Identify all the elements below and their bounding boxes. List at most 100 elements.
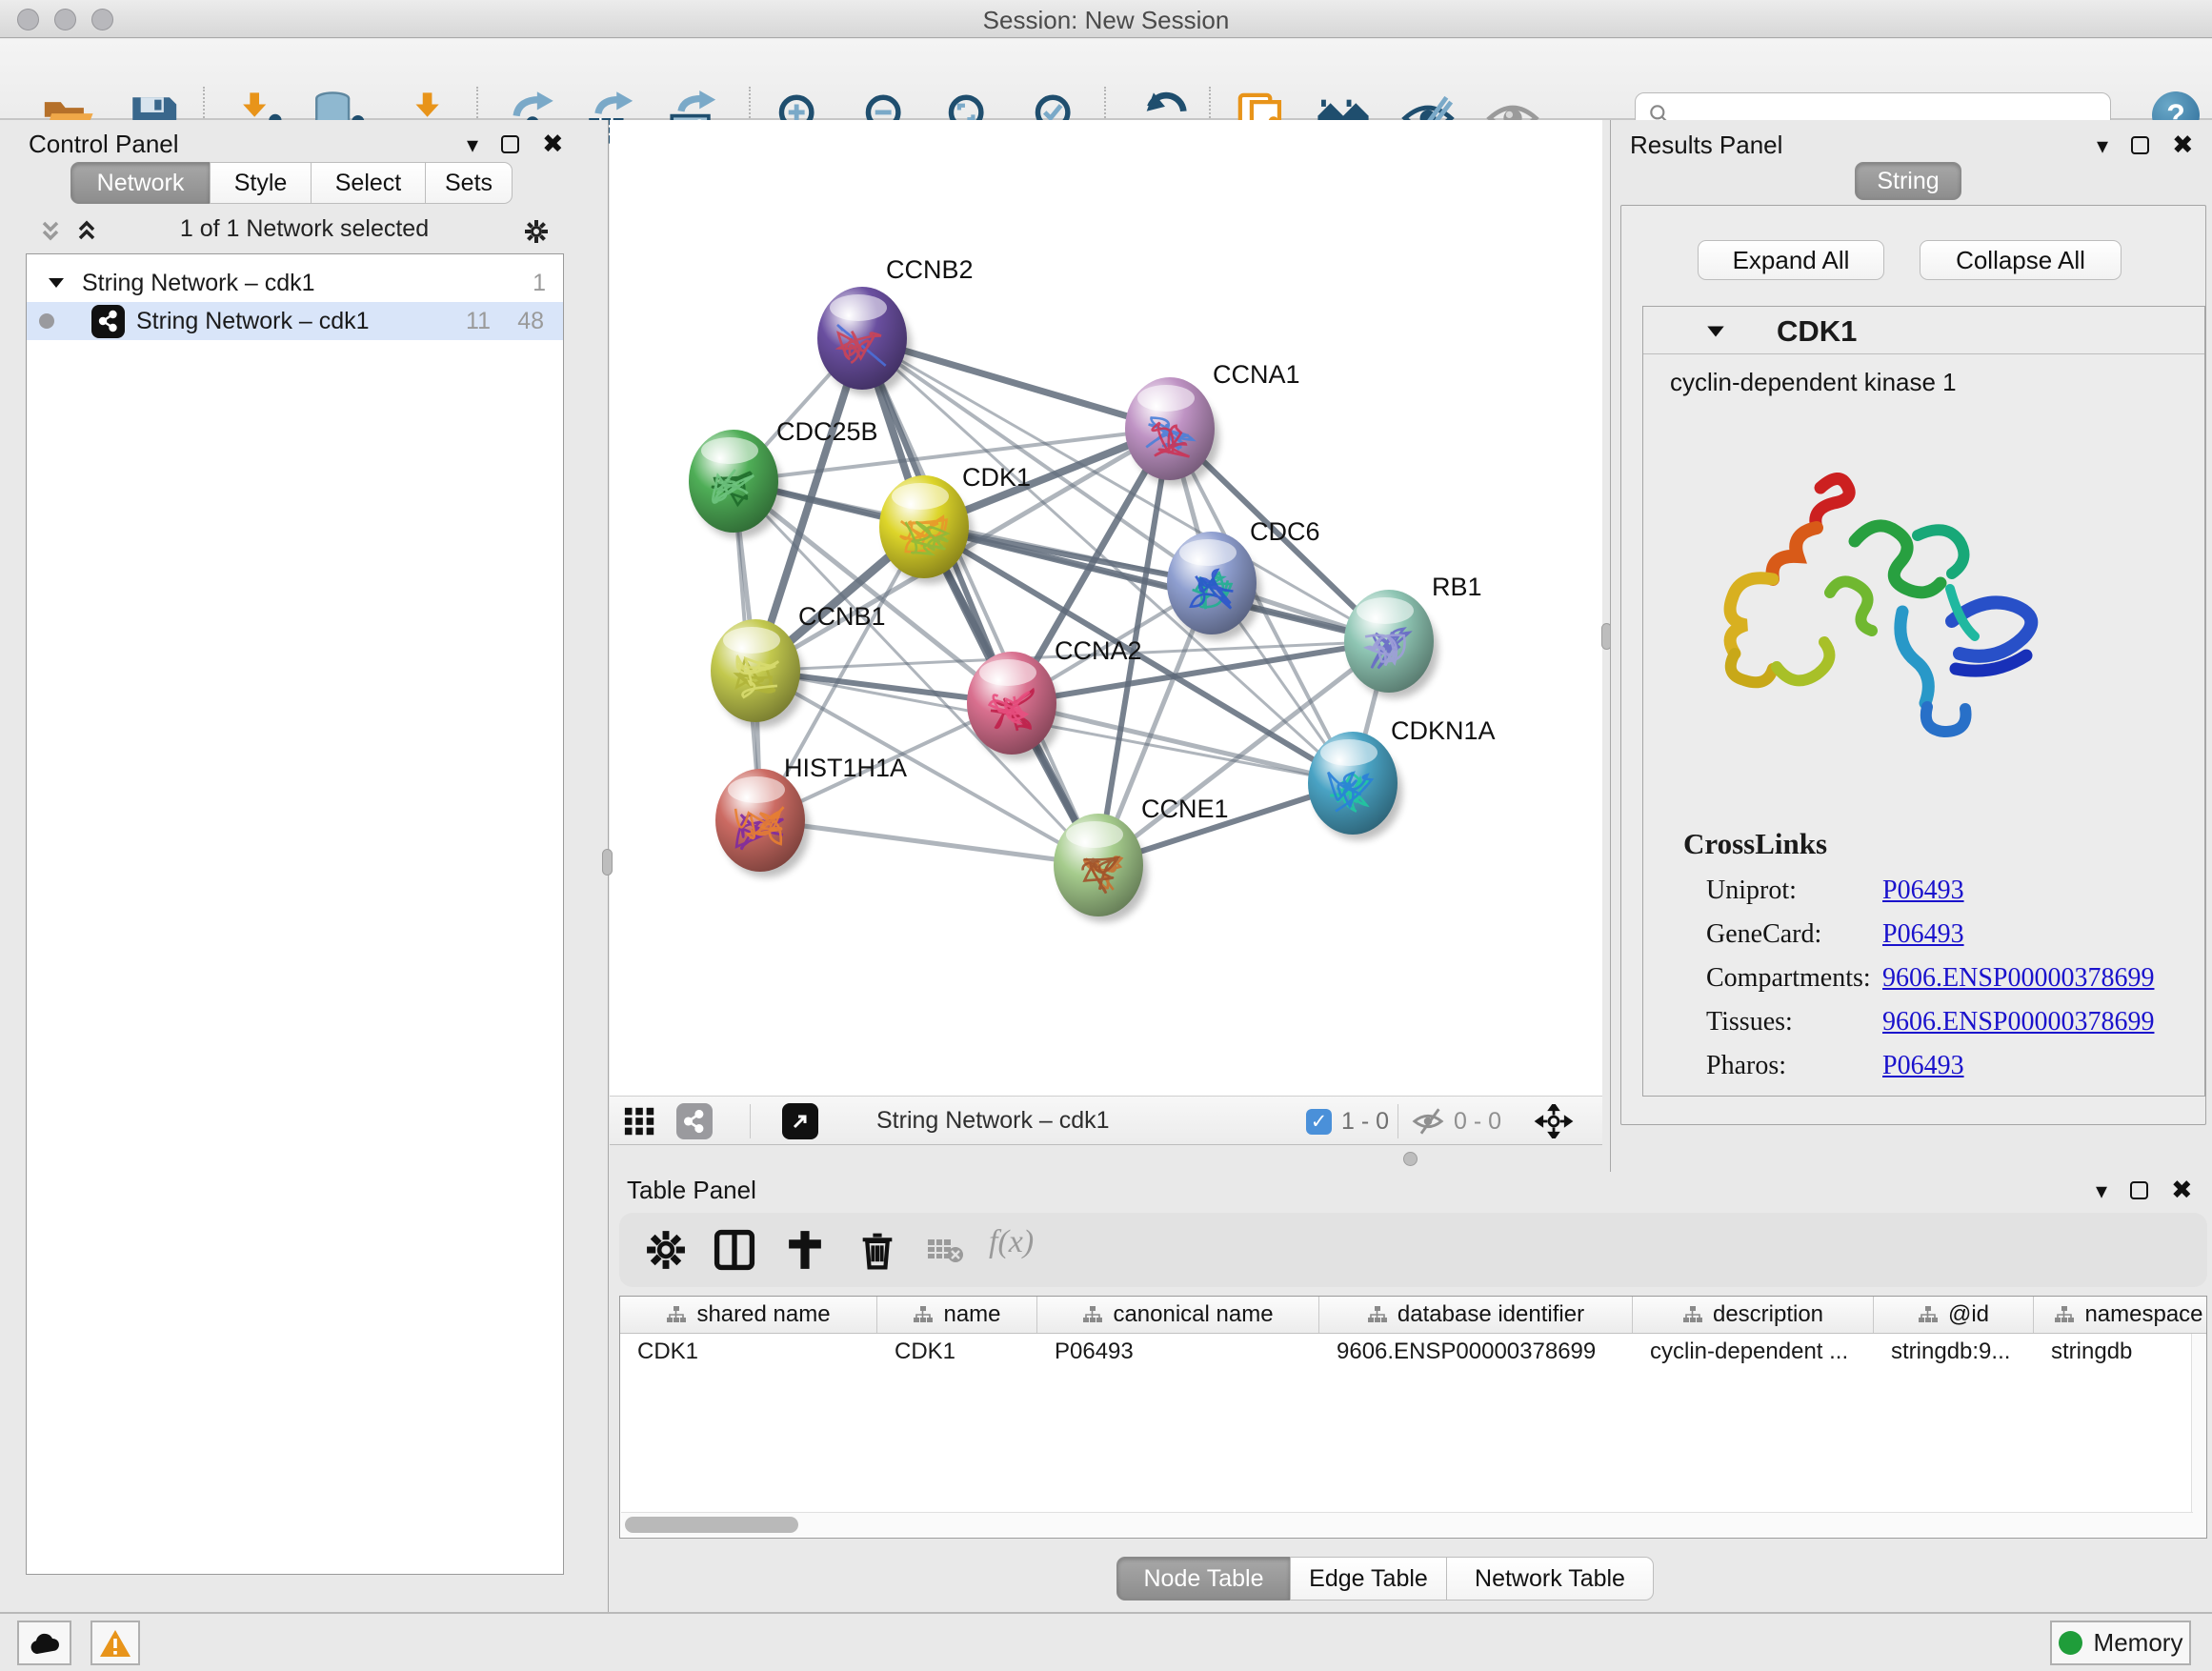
column-header-label: name (943, 1301, 1000, 1328)
network-node-RB1[interactable]: RB1 (1344, 573, 1482, 698)
crosslink-row: Uniprot:P06493 (1706, 876, 2182, 906)
network-row[interactable]: String Network – cdk1 11 48 (27, 302, 563, 340)
network-collection-row[interactable]: String Network – cdk1 1 (27, 264, 563, 302)
network-node-CCNB2[interactable]: CCNB2 (817, 255, 974, 395)
selected-counts[interactable]: ✓ 1 - 0 (1306, 1104, 1389, 1138)
string-style-icon[interactable] (676, 1104, 713, 1138)
delete-table-icon[interactable] (926, 1236, 964, 1266)
table-panel-close-icon[interactable]: ✖ (2171, 1176, 2193, 1205)
collapse-all-button[interactable]: Collapse All (1920, 240, 2122, 280)
results-panel-maximize-icon[interactable] (2131, 136, 2149, 154)
table-panel-float-icon[interactable]: ▾ (2096, 1178, 2107, 1204)
delete-column-icon[interactable] (855, 1228, 899, 1272)
column-header-name[interactable]: name (877, 1297, 1037, 1333)
crosslink-value-link[interactable]: 9606.ENSP00000378699 (1882, 963, 2154, 993)
control-panel-float-icon[interactable]: ▾ (467, 131, 478, 158)
tab-string[interactable]: String (1855, 162, 1961, 200)
column-header-shared-name[interactable]: shared name (620, 1297, 877, 1333)
edge-count: 48 (517, 308, 544, 335)
column-header-namespace[interactable]: namespace (2034, 1297, 2207, 1333)
left-splitter-handle[interactable] (602, 849, 613, 876)
crosslink-row: Compartments:9606.ENSP00000378699 (1706, 963, 2182, 994)
collapse-arrow-icon[interactable] (46, 272, 67, 293)
node-label-CCNA2: CCNA2 (1055, 636, 1142, 665)
column-header-canonical-name[interactable]: canonical name (1037, 1297, 1319, 1333)
table-panel: Table Panel ▾ ✖ f(x) shared namenamecano… (610, 1172, 2212, 1612)
gear-icon[interactable] (522, 217, 551, 246)
crosslink-label: Tissues: (1706, 1007, 1882, 1037)
function-builder-icon[interactable]: f(x) (989, 1224, 1065, 1268)
birds-eye-toggle-icon[interactable] (1534, 1104, 1574, 1138)
tab-style[interactable]: Style (210, 162, 312, 204)
control-panel-maximize-icon[interactable] (501, 135, 519, 153)
tab-edge-table[interactable]: Edge Table (1290, 1557, 1447, 1601)
node-label-CCNB2: CCNB2 (886, 255, 974, 284)
protein-structure-image (1678, 450, 2087, 774)
open-in-browser-icon[interactable] (782, 1104, 818, 1138)
table-row[interactable]: CDK1CDK1P064939606.ENSP00000378699cyclin… (620, 1334, 2206, 1370)
table-cell[interactable]: stringdb (2034, 1339, 2207, 1365)
network-canvas[interactable]: CCNB2CCNA1CDC25BCDK1CDC6RB1CCNB1CCNA2CDK… (610, 120, 1602, 1096)
node-label-CDKN1A: CDKN1A (1391, 716, 1496, 745)
control-panel-close-icon[interactable]: ✖ (542, 130, 564, 159)
table-panel-maximize-icon[interactable] (2130, 1181, 2148, 1199)
column-header-@id[interactable]: @id (1874, 1297, 2034, 1333)
protein-description: cyclin-dependent kinase 1 (1670, 368, 1957, 397)
grid-view-icon[interactable] (622, 1104, 658, 1138)
crosslink-label: Pharos: (1706, 1051, 1882, 1081)
table-horizontal-scrollbar[interactable] (621, 1512, 2193, 1537)
column-header-database-identifier[interactable]: database identifier (1319, 1297, 1633, 1333)
hidden-counts[interactable]: 0 - 0 (1412, 1104, 1501, 1138)
crosslink-value-link[interactable]: 9606.ENSP00000378699 (1882, 1007, 2154, 1037)
warning-button[interactable] (90, 1621, 140, 1665)
network-edge-CCNB2-CCNE1[interactable] (862, 338, 1098, 865)
crosslink-row: GeneCard:P06493 (1706, 919, 2182, 950)
table-cell[interactable]: P06493 (1037, 1339, 1319, 1365)
add-column-icon[interactable] (783, 1228, 827, 1272)
table-settings-gear-icon[interactable] (644, 1228, 688, 1272)
crosslink-value-link[interactable]: P06493 (1882, 876, 1964, 905)
show-columns-icon[interactable] (713, 1228, 756, 1272)
selected-checkbox-icon[interactable]: ✓ (1306, 1109, 1332, 1135)
tab-network[interactable]: Network (70, 162, 211, 204)
table-cell[interactable]: CDK1 (620, 1339, 877, 1365)
column-header-description[interactable]: description (1633, 1297, 1874, 1333)
network-selection-status: 1 of 1 Network selected (0, 215, 609, 243)
tab-node-table[interactable]: Node Table (1116, 1557, 1291, 1601)
network-view-toolbar: String Network – cdk1 ✓ 1 - 0 0 - 0 (610, 1096, 1602, 1145)
table-vertical-scrollbar[interactable] (2191, 1334, 2205, 1537)
protein-card-header[interactable]: CDK1 (1643, 307, 2204, 354)
node-label-CCNE1: CCNE1 (1141, 795, 1229, 823)
network-node-HIST1H1A[interactable]: HIST1H1A (715, 754, 907, 877)
column-type-icon (1082, 1305, 1103, 1324)
network-node-CCNE1[interactable]: CCNE1 (1054, 795, 1229, 922)
network-edge-HIST1H1A-CCNE1[interactable] (760, 820, 1098, 865)
scrollbar-thumb[interactable] (625, 1517, 798, 1533)
collection-count: 1 (533, 270, 546, 297)
memory-status-dot (2059, 1631, 2082, 1655)
crosslink-value-link[interactable]: P06493 (1882, 1051, 1964, 1080)
collapse-arrow-icon[interactable] (1704, 320, 1727, 343)
expand-all-button[interactable]: Expand All (1698, 240, 1884, 280)
crosslink-value-link[interactable]: P06493 (1882, 919, 1964, 949)
network-edge-CCNA2-CDKN1A[interactable] (1012, 703, 1353, 783)
network-node-CDKN1A[interactable]: CDKN1A (1308, 716, 1496, 840)
tab-select[interactable]: Select (311, 162, 426, 204)
column-header-label: namespace (2084, 1301, 2202, 1328)
table-cell[interactable]: cyclin-dependent ... (1633, 1339, 1874, 1365)
tab-network-table[interactable]: Network Table (1446, 1557, 1654, 1601)
column-type-icon (1367, 1305, 1388, 1324)
table-cell[interactable]: stringdb:9... (1874, 1339, 2034, 1365)
tab-sets[interactable]: Sets (425, 162, 513, 204)
results-panel-close-icon[interactable]: ✖ (2172, 131, 2194, 160)
column-header-label: shared name (696, 1301, 830, 1328)
column-header-label: canonical name (1113, 1301, 1273, 1328)
crosslink-row: Tissues:9606.ENSP00000378699 (1706, 1007, 2182, 1037)
table-cell[interactable]: CDK1 (877, 1339, 1037, 1365)
results-panel-float-icon[interactable]: ▾ (2097, 132, 2108, 159)
network-label: String Network – cdk1 (136, 308, 370, 335)
cloud-button[interactable] (17, 1621, 71, 1665)
table-splitter-handle[interactable] (1403, 1152, 1418, 1166)
memory-button[interactable]: Memory (2050, 1621, 2191, 1665)
table-cell[interactable]: 9606.ENSP00000378699 (1319, 1339, 1633, 1365)
